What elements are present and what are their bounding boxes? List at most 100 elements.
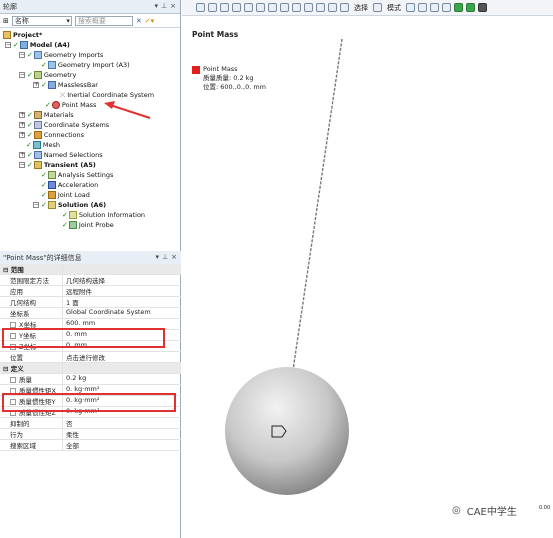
- details-key-text: 几何结构: [10, 299, 36, 307]
- details-key: 几何结构: [0, 297, 62, 307]
- details-key: 抑制的: [0, 418, 62, 428]
- details-key-text: 质量: [19, 376, 32, 384]
- look-at-icon[interactable]: [256, 3, 265, 12]
- collapse-icon[interactable]: ⊟: [3, 266, 11, 274]
- close-icon[interactable]: ×: [170, 2, 176, 10]
- graphics-area: 选择 模式 Point Mass Point Mass 质量质量: 0.2 kg…: [182, 0, 553, 538]
- watermark: ◎ CAE中学生: [452, 503, 517, 518]
- outline-tree: Project* − ✓ Model (A4) − ✓ Geometry Imports…: [0, 28, 180, 248]
- details-value[interactable]: 柔性: [62, 429, 181, 439]
- mass-highlight: [2, 393, 176, 412]
- details-value[interactable]: 否: [62, 418, 181, 428]
- box-zoom-icon[interactable]: [304, 3, 313, 12]
- details-row[interactable]: 位置 点击进行修改: [0, 352, 181, 363]
- details-value[interactable]: 几何结构选择: [62, 275, 181, 285]
- point-mass-sphere: [225, 367, 349, 495]
- zoom-out-icon[interactable]: [292, 3, 301, 12]
- details-value[interactable]: 全部: [62, 440, 181, 450]
- app-window: 轮廓 ▾ ⊥ × ⊞ 名称 ▾ 搜索概要 ✕ ✓▾ Project* − ✓ Model …: [0, 0, 553, 538]
- pan-icon[interactable]: [244, 3, 253, 12]
- massless-bar-line: [291, 38, 343, 378]
- details-key: 位置: [0, 352, 62, 362]
- pin-icon[interactable]: ⊥: [161, 2, 167, 10]
- expand-icon[interactable]: ✓▾: [145, 17, 154, 25]
- view-icon[interactable]: [220, 3, 229, 12]
- select-all-icon[interactable]: [478, 3, 487, 12]
- details-row[interactable]: 范围限定方法 几何结构选择: [0, 275, 181, 286]
- graphics-viewport[interactable]: Point Mass Point Mass 质量质量: 0.2 kg 位置: 6…: [182, 17, 553, 538]
- pin-icon[interactable]: ⊥: [162, 253, 168, 261]
- details-key-text: 定义: [10, 365, 24, 373]
- edge-select-icon[interactable]: [418, 3, 427, 12]
- zoom-fit-icon[interactable]: [268, 3, 277, 12]
- details-row[interactable]: 几何结构 1 面: [0, 297, 181, 308]
- details-value[interactable]: 1 面: [62, 297, 181, 307]
- details-row[interactable]: 应用 远程附件: [0, 286, 181, 297]
- rotate-icon[interactable]: [232, 3, 241, 12]
- clear-icon[interactable]: ✕: [136, 17, 142, 25]
- details-key: 范围限定方法: [0, 275, 62, 285]
- details-key-text: 抑制的: [10, 420, 30, 428]
- zoom-icon[interactable]: [196, 3, 205, 12]
- face-select-icon[interactable]: [430, 3, 439, 12]
- select-icon[interactable]: [373, 3, 382, 12]
- panel-pin-controls[interactable]: ▾ ⊥ ×: [155, 2, 177, 10]
- outline-toolbar: ⊞ 名称 ▾ 搜索概要 ✕ ✓▾: [0, 14, 180, 28]
- details-title: "Point Mass"的详细信息: [3, 253, 82, 262]
- x-coordinate-highlight: [2, 328, 165, 348]
- details-key: 质量: [0, 374, 62, 384]
- search-placeholder: 搜索概要: [77, 16, 106, 25]
- details-group-row[interactable]: ⊟ 范围: [0, 264, 181, 275]
- details-row[interactable]: 搜索区域 全部: [0, 440, 181, 451]
- next-view-icon[interactable]: [340, 3, 349, 12]
- fit-icon[interactable]: [316, 3, 325, 12]
- details-row[interactable]: 抑制的 否: [0, 418, 181, 429]
- body-select-icon[interactable]: [442, 3, 451, 12]
- details-group-row[interactable]: ⊟ 定义: [0, 363, 181, 374]
- chevron-down-icon[interactable]: ▾: [155, 2, 159, 10]
- mode-menu[interactable]: 模式: [387, 3, 401, 13]
- details-value[interactable]: Global Coordinate System: [62, 308, 181, 318]
- left-panel: 轮廓 ▾ ⊥ × ⊞ 名称 ▾ 搜索概要 ✕ ✓▾ Project* − ✓ Model …: [0, 0, 181, 538]
- model-drawing: [225, 38, 349, 495]
- filter-icon[interactable]: ⊞: [3, 17, 9, 25]
- name-filter-select[interactable]: 名称 ▾: [11, 15, 72, 26]
- expand-select-icon[interactable]: [466, 3, 475, 12]
- panel-pin-controls[interactable]: ▾ ⊥ ×: [156, 253, 178, 261]
- details-key-text: 范围: [10, 266, 24, 274]
- select-menu[interactable]: 选择: [354, 3, 368, 13]
- vertex-select-icon[interactable]: [406, 3, 415, 12]
- details-key-text: 应用: [10, 288, 23, 296]
- outline-title: 轮廓: [3, 2, 17, 11]
- close-icon[interactable]: ×: [171, 253, 177, 261]
- corner-value: 0.00: [539, 505, 551, 511]
- outline-title-bar: 轮廓 ▾ ⊥ ×: [0, 0, 180, 14]
- details-row[interactable]: 坐标系 Global Coordinate System: [0, 308, 181, 319]
- details-row[interactable]: 质量 0.2 kg: [0, 374, 181, 385]
- graphics-toolbar: 选择 模式: [182, 0, 553, 16]
- wechat-icon: ◎: [452, 505, 461, 516]
- chevron-down-icon[interactable]: ▾: [156, 253, 160, 261]
- details-key-text: 位置: [10, 354, 23, 362]
- details-key: ⊟ 定义: [0, 363, 62, 373]
- parameter-checkbox[interactable]: [10, 377, 16, 383]
- details-key: ⊟ 范围: [0, 264, 62, 274]
- search-input[interactable]: 搜索概要: [74, 15, 133, 26]
- details-row[interactable]: 行为 柔性: [0, 429, 181, 440]
- collapse-icon[interactable]: ⊟: [3, 365, 11, 373]
- extend-icon[interactable]: [454, 3, 463, 12]
- details-grid: ⊟ 范围范围限定方法 几何结构选择应用 远程附件几何结构 1 面坐标系 Global C…: [0, 264, 181, 451]
- details-key-text: 范围限定方法: [10, 277, 49, 285]
- details-value[interactable]: 0.2 kg: [62, 374, 181, 384]
- dropdown-arrow-icon: ▾: [66, 16, 70, 25]
- previous-view-icon[interactable]: [328, 3, 337, 12]
- details-key-text: 坐标系: [10, 310, 30, 318]
- zoom-box-icon[interactable]: [208, 3, 217, 12]
- details-value[interactable]: 远程附件: [62, 286, 181, 296]
- zoom-in-icon[interactable]: [280, 3, 289, 12]
- annotation-arrow: [104, 101, 151, 119]
- name-filter-label: 名称: [14, 16, 29, 25]
- details-value[interactable]: 点击进行修改: [62, 352, 181, 362]
- details-key-text: 搜索区域: [10, 442, 36, 450]
- details-key-text: 行为: [10, 431, 23, 439]
